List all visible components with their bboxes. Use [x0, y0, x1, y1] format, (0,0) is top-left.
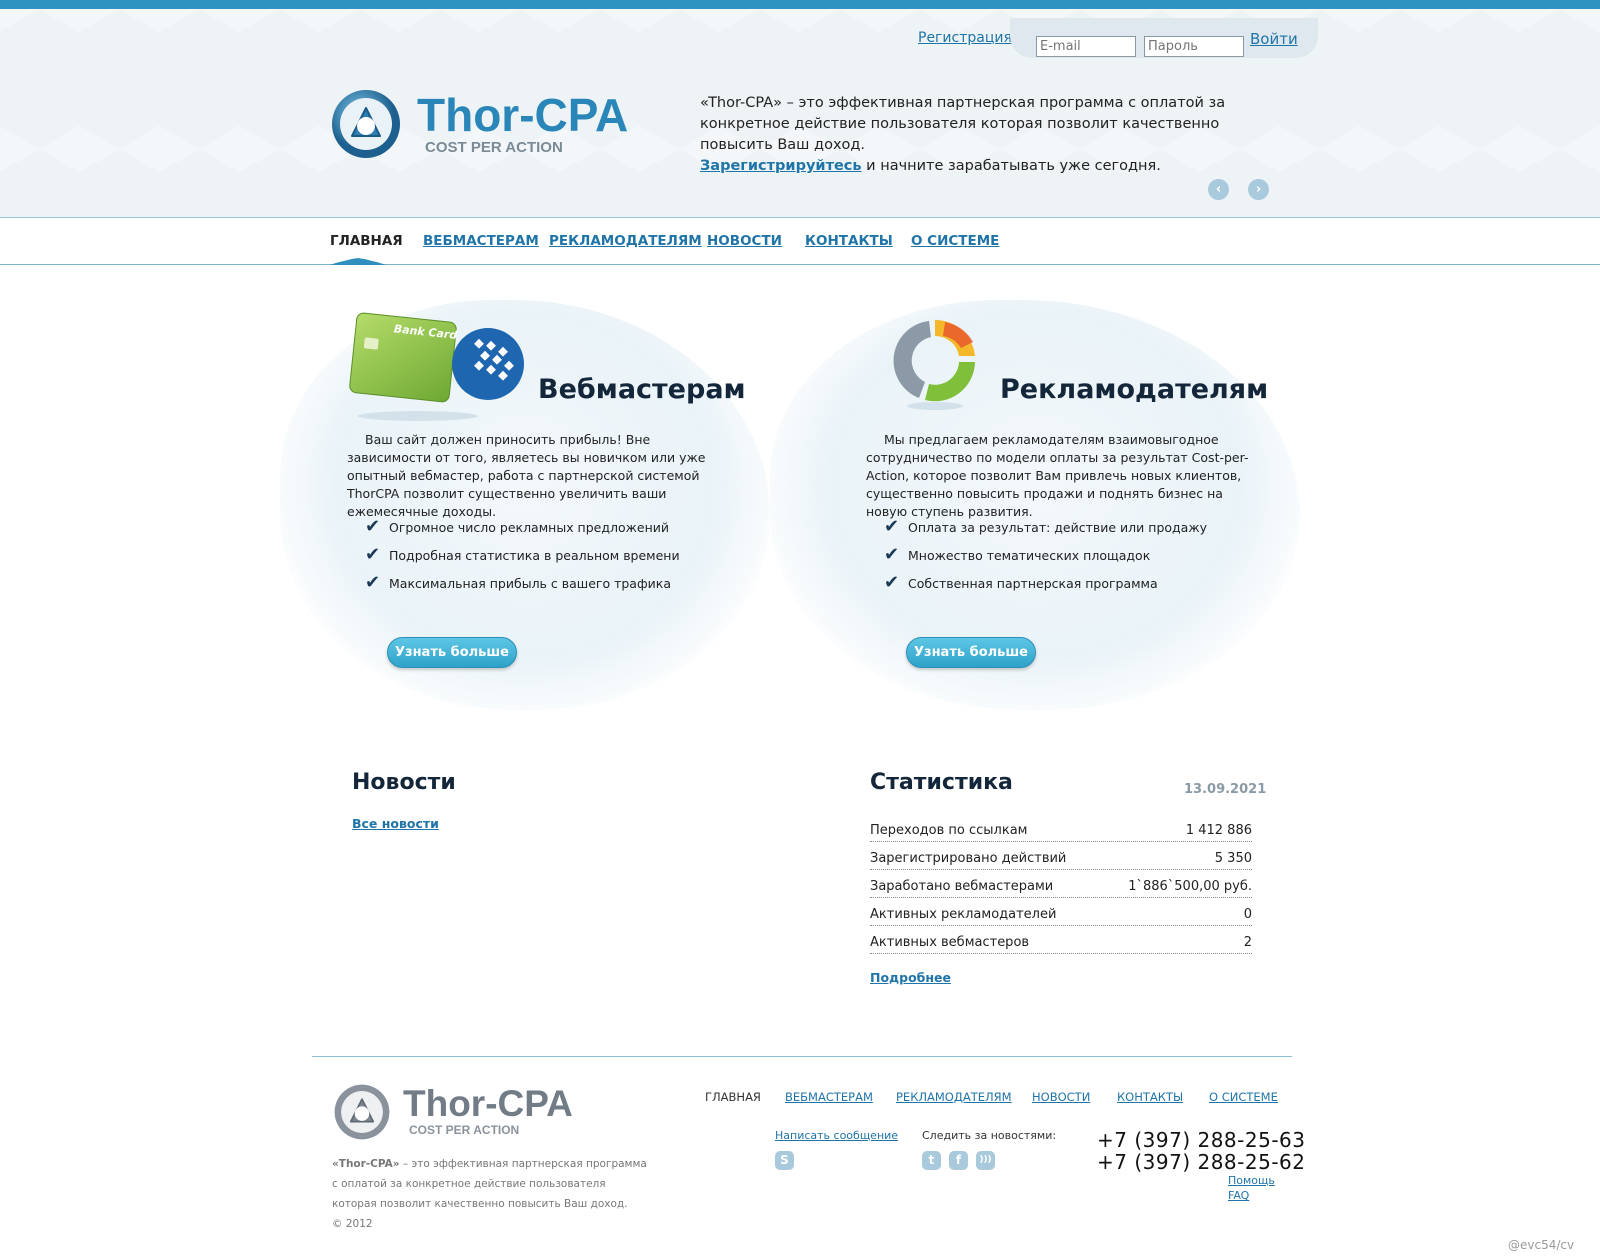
nav-item-news[interactable]: НОВОСТИ	[707, 233, 782, 249]
rss-icon[interactable]: )))	[976, 1151, 995, 1170]
facebook-icon[interactable]: f	[949, 1151, 968, 1170]
news-title: Новости	[352, 770, 456, 795]
password-input[interactable]	[1144, 36, 1244, 57]
logo-tagline: COST PER ACTION	[425, 139, 563, 156]
footer-logo-name: Thor-CPA	[403, 1083, 573, 1124]
nav-item-advertisers[interactable]: РЕКЛАМОДАТЕЛЯМ	[549, 233, 702, 249]
footer-logo-tagline: COST PER ACTION	[409, 1123, 520, 1137]
stats-title: Статистика	[870, 770, 1013, 795]
feature-item: ✔ Множество тематических площадок	[884, 544, 1151, 565]
help-link[interactable]: Помощь	[1228, 1174, 1275, 1187]
webmasters-description: Ваш сайт должен приносить прибыль! Вне з…	[347, 432, 706, 519]
stats-date: 13.09.2021	[1184, 782, 1267, 797]
write-message-link[interactable]: Написать сообщение	[775, 1129, 898, 1142]
email-input[interactable]	[1036, 36, 1136, 57]
intro-text-2: и начните зарабатывать уже сегодня.	[861, 158, 1161, 174]
follow-news-label: Следить за новостями:	[922, 1129, 1057, 1142]
stats-row: Активных рекламодателей 0	[870, 904, 1252, 926]
watermark: @evc54/cv	[1508, 1238, 1575, 1252]
check-icon: ✔	[365, 516, 381, 537]
main-nav: ГЛАВНАЯ ВЕБМАСТЕРАМ РЕКЛАМОДАТЕЛЯМ НОВОС…	[0, 219, 1600, 265]
nav-item-contacts[interactable]: КОНТАКТЫ	[805, 233, 893, 249]
copyright: © 2012	[332, 1218, 373, 1230]
logo-name: Thor-CPA	[417, 89, 629, 141]
footer-nav-webmasters[interactable]: ВЕБМАСТЕРАМ	[785, 1090, 873, 1104]
feature-item: ✔ Огромное число рекламных предложений	[365, 516, 670, 537]
footer-nav-about[interactable]: О СИСТЕМЕ	[1209, 1090, 1278, 1104]
next-arrow-icon[interactable]: ›	[1248, 179, 1269, 200]
footer-divider	[312, 1056, 1292, 1057]
intro-register-link[interactable]: Зарегистрируйтесь	[700, 158, 862, 174]
cycle-arrows-icon	[893, 319, 975, 410]
nav-item-about[interactable]: О СИСТЕМЕ	[911, 233, 999, 249]
login-link[interactable]: Войти	[1250, 30, 1298, 48]
bank-card-webmoney-icon: Bank Card	[349, 312, 524, 421]
footer-logo-icon	[334, 1084, 390, 1140]
check-icon: ✔	[365, 572, 381, 593]
register-link[interactable]: Регистрация	[918, 30, 1012, 46]
prev-arrow-icon[interactable]: ‹	[1208, 179, 1229, 200]
nav-item-webmasters[interactable]: ВЕБМАСТЕРАМ	[423, 233, 539, 249]
check-icon: ✔	[884, 516, 900, 537]
feature-item: ✔ Собственная партнерская программа	[884, 572, 1158, 593]
footer-nav-advertisers[interactable]: РЕКЛАМОДАТЕЛЯМ	[896, 1090, 1012, 1104]
webmasters-more-button[interactable]: Узнать больше	[387, 637, 517, 668]
header: Регистрация Войти Thor-CPA COST PER ACTI…	[0, 9, 1600, 218]
stats-row: Заработано вебмастерами 1`886`500,00 руб.	[870, 876, 1252, 898]
intro-brand: «Thor-CPA»	[700, 95, 782, 111]
check-icon: ✔	[884, 572, 900, 593]
footer-description: «Thor-CPA» – это эффективная партнерская…	[332, 1158, 647, 1230]
faq-link[interactable]: FAQ	[1228, 1189, 1249, 1202]
top-accent-bar	[0, 0, 1600, 9]
feature-item: ✔ Подробная статистика в реальном времени	[365, 544, 680, 565]
footer-nav-contacts[interactable]: КОНТАКТЫ	[1117, 1090, 1183, 1104]
advertisers-features: ✔ Оплата за результат: действие или прода…	[884, 516, 1207, 604]
advertisers-more-button[interactable]: Узнать больше	[906, 637, 1036, 668]
stats-row: Переходов по ссылкам 1 412 886	[870, 820, 1252, 842]
active-nav-indicator	[330, 258, 386, 265]
advertisers-description: Мы предлагаем рекламодателям взаимовыгод…	[866, 432, 1249, 519]
nav-item-home[interactable]: ГЛАВНАЯ	[330, 233, 403, 249]
webmasters-features: ✔ Огромное число рекламных предложений ✔ П…	[365, 516, 680, 604]
phone-number: +7 (397) 288-25-62	[1097, 1150, 1306, 1174]
skype-icon[interactable]: S	[775, 1151, 794, 1170]
webmasters-title: Вебмастерам	[538, 374, 746, 405]
stats-more-link[interactable]: Подробнее	[870, 970, 951, 985]
twitter-icon[interactable]: t	[922, 1151, 941, 1170]
check-icon: ✔	[365, 544, 381, 565]
footer-nav-home[interactable]: ГЛАВНАЯ	[705, 1090, 761, 1104]
advertisers-title: Рекламодателям	[1000, 374, 1269, 405]
logo-icon	[332, 90, 400, 158]
footer-nav-news[interactable]: НОВОСТИ	[1032, 1090, 1090, 1104]
phone-number: +7 (397) 288-25-63	[1097, 1128, 1306, 1152]
feature-item: ✔ Максимальная прибыль с вашего трафика	[365, 572, 671, 593]
stats-row: Зарегистрировано действий 5 350	[870, 848, 1252, 870]
check-icon: ✔	[884, 544, 900, 565]
all-news-link[interactable]: Все новости	[352, 816, 439, 831]
intro-text: «Thor-CPA» – это эффективная партнерская…	[700, 93, 1280, 177]
stats-row: Активных вебмастеров 2	[870, 932, 1252, 954]
feature-item: ✔ Оплата за результат: действие или прода…	[884, 516, 1207, 537]
